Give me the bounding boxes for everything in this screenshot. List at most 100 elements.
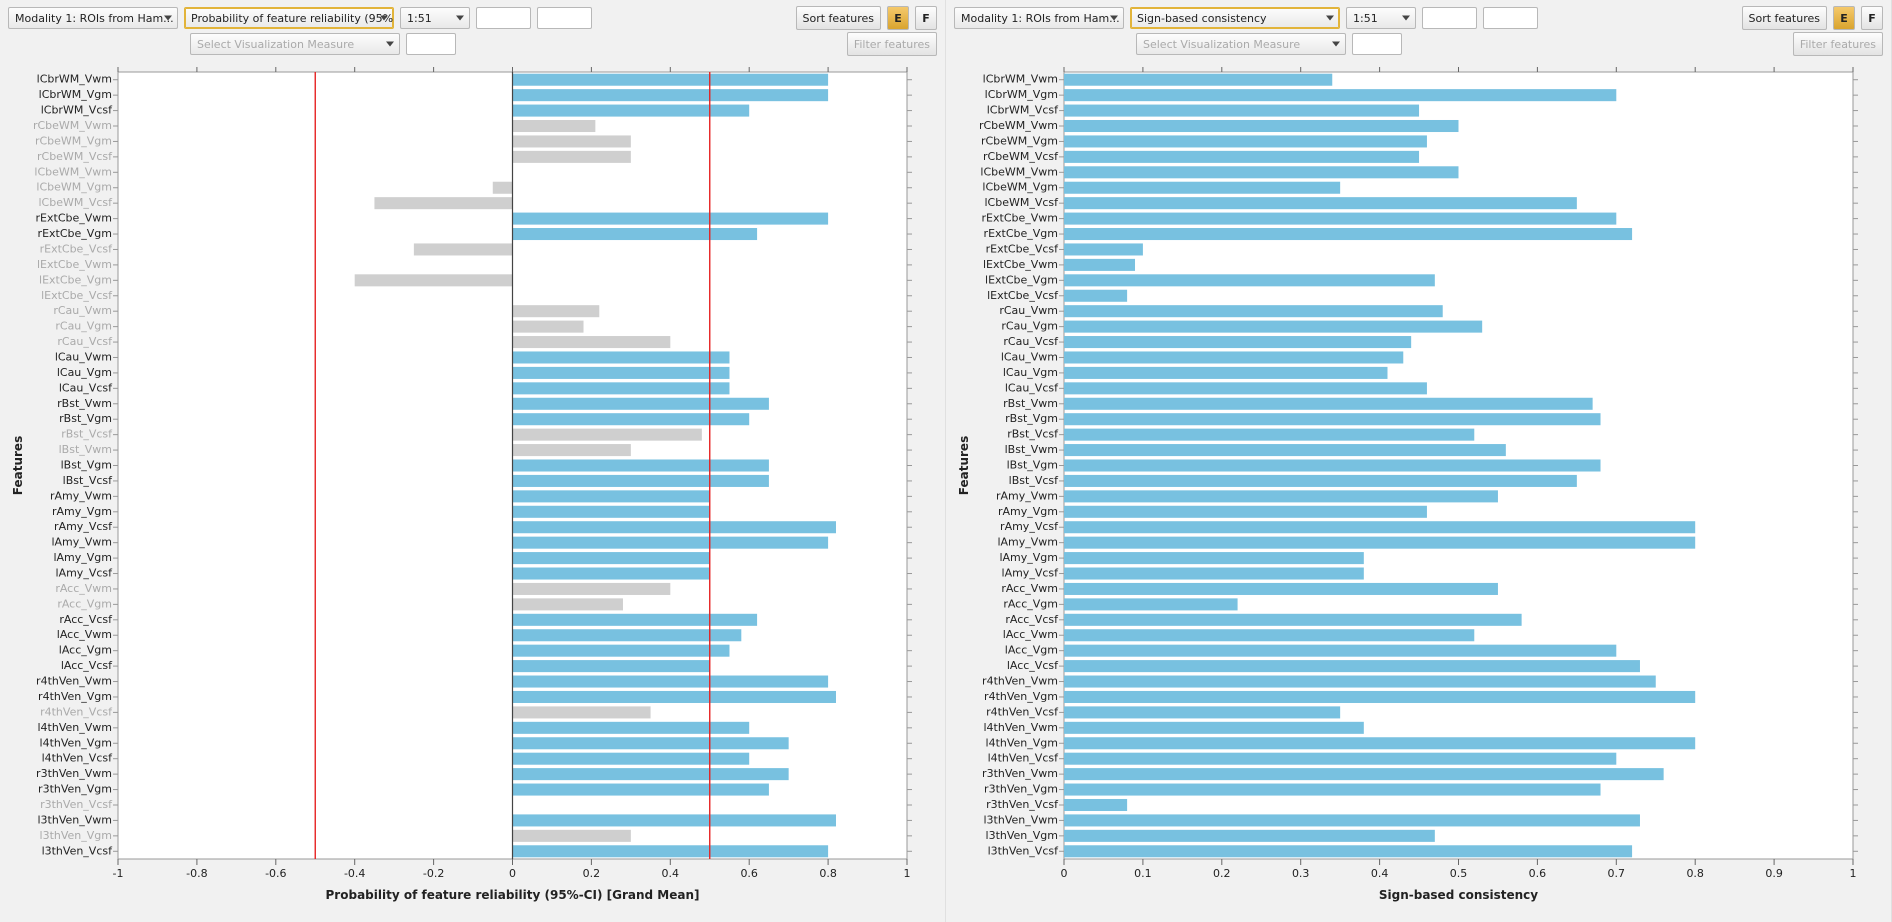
feature-label: rCau_Vwm: [53, 304, 112, 317]
bar: [1064, 151, 1419, 163]
bar: [1064, 676, 1656, 688]
feature-label: lExtCbe_Vcsf: [987, 289, 1059, 302]
feature-label: rAmy_Vgm: [52, 505, 112, 518]
bar: [1064, 351, 1403, 363]
feature-label: rBst_Vcsf: [1007, 428, 1059, 441]
bar: [513, 737, 789, 749]
bar: [513, 475, 769, 487]
measure-select-left[interactable]: Probability of feature reliability (95%.…: [184, 7, 394, 29]
feature-label: rAmy_Vwm: [50, 489, 112, 502]
svg-text:1: 1: [1850, 867, 1857, 880]
feature-label: rExtCbe_Vcsf: [986, 242, 1060, 255]
viz-measure-select-left[interactable]: Select Visualization Measure: [190, 33, 400, 55]
bar: [1064, 367, 1387, 379]
bar: [1064, 475, 1577, 487]
feature-label: l4thVen_Vcsf: [988, 752, 1060, 765]
measure-select-right[interactable]: Sign-based consistency: [1130, 7, 1340, 29]
range-to-input-right[interactable]: [1483, 7, 1538, 29]
bar: [1064, 614, 1522, 626]
bar: [1064, 290, 1127, 302]
btn-e[interactable]: E: [887, 6, 909, 30]
modality-select-right[interactable]: Modality 1: ROIs from Ham...: [954, 7, 1124, 29]
bar: [1064, 830, 1435, 842]
bar: [513, 753, 750, 765]
svg-text:0.6: 0.6: [740, 867, 758, 880]
feature-label: lExtCbe_Vgm: [985, 273, 1058, 286]
feature-label: lAmy_Vwm: [997, 536, 1058, 549]
range-select-right[interactable]: 1:51: [1346, 7, 1416, 29]
svg-text:0.4: 0.4: [1371, 867, 1389, 880]
bar: [513, 598, 623, 610]
viz-measure-select-right[interactable]: Select Visualization Measure: [1136, 33, 1346, 55]
feature-label: lExtCbe_Vgm: [39, 273, 112, 286]
bar: [513, 321, 584, 333]
bar: [513, 706, 651, 718]
bar: [513, 120, 596, 132]
svg-text:0.2: 0.2: [1213, 867, 1231, 880]
svg-text:0.9: 0.9: [1765, 867, 1783, 880]
feature-label: lAcc_Vcsf: [61, 659, 113, 672]
chart-left: -1-0.8-0.6-0.4-0.200.20.40.60.81lCbrWM_V…: [8, 62, 937, 914]
feature-label: lCau_Vwm: [1001, 350, 1058, 363]
bar: [513, 614, 758, 626]
bar: [1064, 784, 1601, 796]
bar: [1064, 645, 1616, 657]
bar: [1064, 768, 1664, 780]
feature-label: l4thVen_Vwm: [984, 721, 1059, 734]
toolbar-row-2-right: Select Visualization Measure Filter feat…: [946, 32, 1891, 60]
btn-e-right[interactable]: E: [1833, 6, 1855, 30]
bar: [1064, 722, 1364, 734]
bar: [513, 367, 730, 379]
feature-label: rExtCbe_Vgm: [984, 227, 1058, 240]
feature-label: lCau_Vgm: [57, 366, 112, 379]
feature-label: rBst_Vgm: [1005, 412, 1058, 425]
sort-features-button-right[interactable]: Sort features: [1742, 6, 1828, 30]
feature-label: lCbrWM_Vwm: [37, 73, 112, 86]
range-to-input[interactable]: [537, 7, 592, 29]
range-select[interactable]: 1:51: [400, 7, 470, 29]
bar: [1064, 135, 1427, 147]
bar: [513, 213, 829, 225]
chart-area-left: -1-0.8-0.6-0.4-0.200.20.40.60.81lCbrWM_V…: [8, 62, 937, 914]
feature-label: l3thVen_Vcsf: [988, 844, 1060, 857]
range-from-input-right[interactable]: [1422, 7, 1477, 29]
feature-label: l3thVen_Vcsf: [42, 844, 114, 857]
feature-label: l4thVen_Vgm: [40, 736, 112, 749]
bar: [1064, 305, 1443, 317]
feature-label: lBst_Vgm: [61, 459, 112, 472]
svg-text:-0.6: -0.6: [265, 867, 286, 880]
svg-text:1: 1: [904, 867, 911, 880]
feature-label: lCau_Vgm: [1003, 366, 1058, 379]
bar: [1064, 660, 1640, 672]
feature-label: lCau_Vcsf: [1005, 381, 1059, 394]
bar: [1064, 398, 1593, 410]
btn-f[interactable]: F: [915, 6, 937, 30]
modality-select[interactable]: Modality 1: ROIs from Ham...: [8, 7, 178, 29]
feature-label: lAmy_Vgm: [999, 551, 1058, 564]
btn-f-right[interactable]: F: [1861, 6, 1883, 30]
feature-label: lAcc_Vgm: [1005, 644, 1058, 657]
feature-label: rCau_Vgm: [55, 320, 112, 333]
feature-label: l4thVen_Vwm: [38, 721, 113, 734]
svg-text:0.8: 0.8: [1686, 867, 1704, 880]
bar: [513, 583, 671, 595]
bar: [513, 444, 631, 456]
sort-features-button[interactable]: Sort features: [796, 6, 882, 30]
feature-label: lAmy_Vcsf: [1002, 567, 1060, 580]
feature-label: lCau_Vwm: [55, 350, 112, 363]
bar: [1064, 814, 1640, 826]
bar: [1064, 506, 1427, 518]
range-from-input[interactable]: [476, 7, 531, 29]
svg-text:-1: -1: [113, 867, 124, 880]
feature-label: lCbrWM_Vgm: [985, 88, 1058, 101]
svg-text:-0.8: -0.8: [186, 867, 207, 880]
y-axis-label: Features: [957, 436, 971, 495]
feature-label: r4thVen_Vcsf: [40, 705, 113, 718]
panel-right: Modality 1: ROIs from Ham... Sign-based …: [946, 0, 1892, 922]
bar: [513, 459, 769, 471]
bar: [1064, 490, 1498, 502]
feature-label: rCbeWM_Vcsf: [983, 150, 1059, 163]
feature-label: lAcc_Vgm: [59, 644, 112, 657]
feature-label: l4thVen_Vcsf: [42, 752, 114, 765]
feature-label: rAmy_Vcsf: [54, 520, 113, 533]
